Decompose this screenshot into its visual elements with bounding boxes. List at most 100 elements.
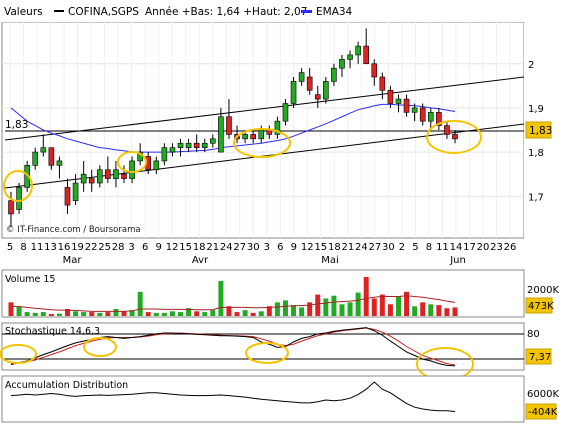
volume-bar xyxy=(202,312,208,316)
candle-body xyxy=(444,125,450,135)
x-day-label: 3 xyxy=(264,242,270,253)
volume-bar xyxy=(32,312,38,316)
candle-body xyxy=(16,187,22,210)
x-day-label: 19 xyxy=(71,242,84,253)
candle-body xyxy=(339,59,345,69)
x-day-label: 9 xyxy=(155,242,161,253)
candle-body xyxy=(290,81,297,104)
x-day-label: 21 xyxy=(341,242,354,253)
volume-bar xyxy=(218,280,224,316)
x-day-label: 18 xyxy=(193,242,206,253)
x-day-label: 15 xyxy=(179,242,192,253)
price-tick-label: 1,7 xyxy=(528,192,544,203)
x-month-label: Mai xyxy=(321,255,339,266)
x-day-label: 30 xyxy=(247,242,260,253)
candle-body xyxy=(298,72,305,82)
price-tick-label: 2 xyxy=(528,60,534,71)
candle-body xyxy=(403,98,410,113)
x-day-label: 14 xyxy=(450,242,463,253)
candle-body xyxy=(347,54,353,60)
x-day-label: 5 xyxy=(7,242,13,253)
volume-bar xyxy=(291,305,297,316)
volume-bar xyxy=(339,304,345,316)
volume-bar xyxy=(387,304,393,316)
volume-bar xyxy=(161,312,167,316)
volume-bar xyxy=(379,294,385,316)
x-day-label: 27 xyxy=(233,242,246,253)
volume-bar xyxy=(145,312,151,316)
candle-body xyxy=(121,173,127,179)
x-day-label: 2 xyxy=(399,242,405,253)
volume-bar xyxy=(315,294,321,316)
volume-axis-tick: 2000K xyxy=(527,285,559,296)
volume-bar xyxy=(234,312,240,316)
candle-body xyxy=(201,142,208,148)
volume-badge-text: 473K xyxy=(528,301,554,312)
candle-body xyxy=(306,76,313,91)
volume-bar xyxy=(428,304,434,316)
x-day-label: 16 xyxy=(58,242,71,253)
accum-title: Accumulation Distribution xyxy=(5,380,128,391)
x-day-label: 3 xyxy=(128,242,134,253)
x-day-label: 15 xyxy=(314,242,327,253)
candle-body xyxy=(355,45,361,56)
x-day-label: 9 xyxy=(291,242,297,253)
candle-body xyxy=(282,103,289,122)
candle-body xyxy=(387,89,394,104)
x-day-label: 24 xyxy=(355,242,368,253)
accum-axis-tick: 6000K xyxy=(527,389,559,400)
volume-bar xyxy=(282,300,288,316)
volume-bar xyxy=(8,302,14,316)
candle-body xyxy=(242,134,248,140)
x-day-label: 11 xyxy=(31,242,44,253)
x-day-label: 12 xyxy=(166,242,179,253)
candle-body xyxy=(56,160,63,166)
x-day-label: 20 xyxy=(477,242,490,253)
candle-body xyxy=(32,151,39,166)
x-day-label: 11 xyxy=(436,242,449,253)
stock-chart-window: Valeurs COFINA,SGPS Année +Bas: 1,64 +Ha… xyxy=(0,0,570,430)
candle-body xyxy=(169,147,176,153)
candle-body xyxy=(64,187,71,206)
candle-body xyxy=(48,147,55,166)
x-day-label: 28 xyxy=(112,242,125,253)
volume-bar xyxy=(89,312,95,316)
x-day-label: 18 xyxy=(328,242,341,253)
x-month-label: Avr xyxy=(192,255,209,266)
x-day-label: 22 xyxy=(85,242,98,253)
volume-bar xyxy=(210,310,216,316)
candle-body xyxy=(72,182,79,201)
candle-body xyxy=(129,160,135,179)
candle-body xyxy=(411,107,418,113)
stoch-tick-80: 80 xyxy=(527,329,540,340)
x-day-label: 21 xyxy=(206,242,219,253)
volume-bar xyxy=(323,298,329,316)
volume-bar xyxy=(412,306,418,316)
x-day-label: 27 xyxy=(368,242,381,253)
candle-body xyxy=(226,116,232,135)
ema-label: EMA34 xyxy=(316,6,353,18)
volume-bar xyxy=(40,312,46,316)
candle-body xyxy=(258,129,265,140)
volume-bar xyxy=(436,305,442,316)
price-legend-swatch xyxy=(54,10,64,12)
candle-body xyxy=(363,45,370,65)
volume-bar xyxy=(137,291,143,316)
volume-bar xyxy=(274,302,280,316)
x-day-label: 13 xyxy=(44,242,57,253)
left-price-marker: 1,83 xyxy=(5,119,28,131)
x-day-label: 25 xyxy=(98,242,111,253)
x-day-label: 26 xyxy=(504,242,517,253)
x-day-label: 24 xyxy=(220,242,233,253)
volume-bar xyxy=(178,312,184,316)
volume-bar xyxy=(395,296,401,316)
candle-body xyxy=(323,81,329,100)
candle-body xyxy=(185,142,192,148)
volume-bar xyxy=(81,312,87,316)
volume-bar xyxy=(16,306,22,316)
volume-bar xyxy=(299,307,305,316)
x-day-label: 8 xyxy=(20,242,26,253)
range-label: Année +Bas: 1,64 +Haut: 2,07 xyxy=(145,6,307,18)
stoch-badge-text: 7,37 xyxy=(529,352,551,363)
x-day-label: 8 xyxy=(426,242,432,253)
